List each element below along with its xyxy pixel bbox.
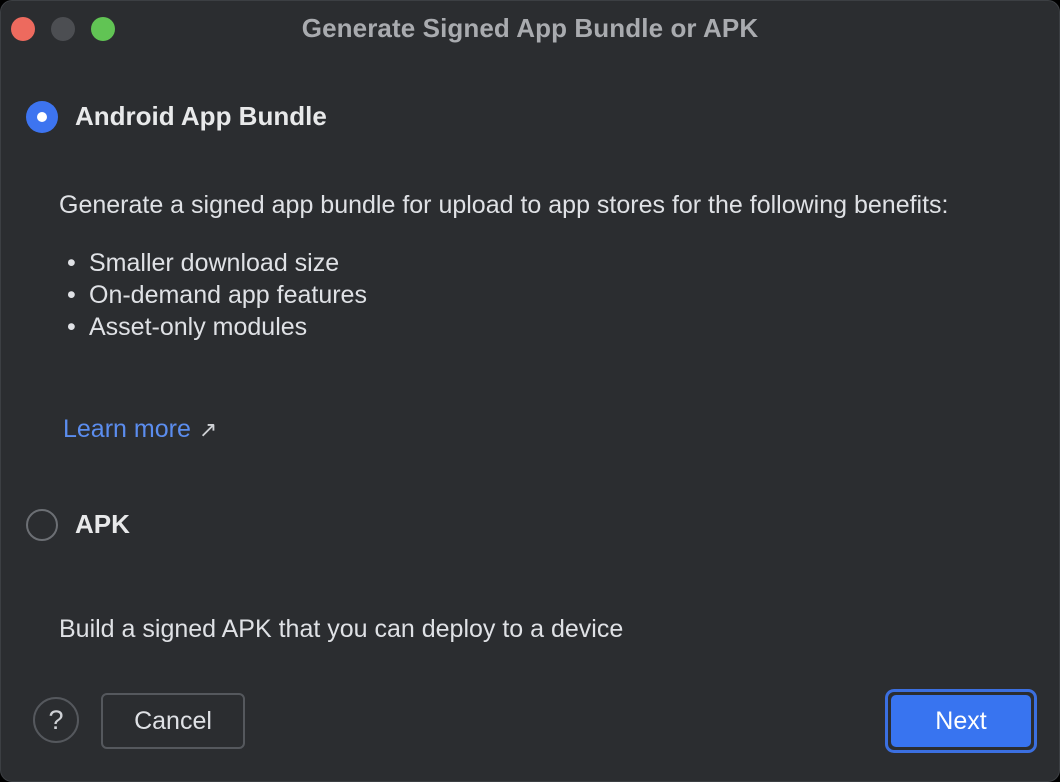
next-button[interactable]: Next [885, 689, 1037, 753]
benefit-item: • On-demand app features [67, 281, 367, 309]
bullet-icon: • [67, 281, 76, 309]
dialog-window: Generate Signed App Bundle or APK Androi… [0, 0, 1060, 782]
learn-more-label[interactable]: Learn more [63, 415, 191, 443]
android-app-bundle-radio[interactable] [26, 101, 58, 133]
apk-label[interactable]: APK [75, 509, 130, 540]
window-title: Generate Signed App Bundle or APK [301, 13, 759, 43]
bundle-description: Generate a signed app bundle for upload … [59, 191, 949, 219]
benefit-item: • Asset-only modules [67, 313, 308, 341]
learn-more-link[interactable]: Learn more ↗ [63, 415, 217, 444]
external-link-arrow-icon: ↗ [198, 417, 218, 442]
title-bar: Generate Signed App Bundle or APK [1, 1, 1059, 57]
benefit-item: • Smaller download size [67, 249, 340, 277]
help-button[interactable]: ? [33, 697, 79, 743]
apk-radio[interactable] [26, 509, 58, 541]
bundle-benefits-list: • Smaller download size • On-demand app fe… [67, 247, 367, 343]
apk-description: Build a signed APK that you can deploy t… [59, 615, 624, 643]
next-button-label[interactable]: Next [891, 695, 1031, 747]
bullet-icon: • [67, 313, 76, 341]
cancel-button[interactable]: Cancel [101, 693, 245, 749]
bullet-icon: • [67, 249, 76, 277]
android-app-bundle-label[interactable]: Android App Bundle [75, 101, 327, 132]
